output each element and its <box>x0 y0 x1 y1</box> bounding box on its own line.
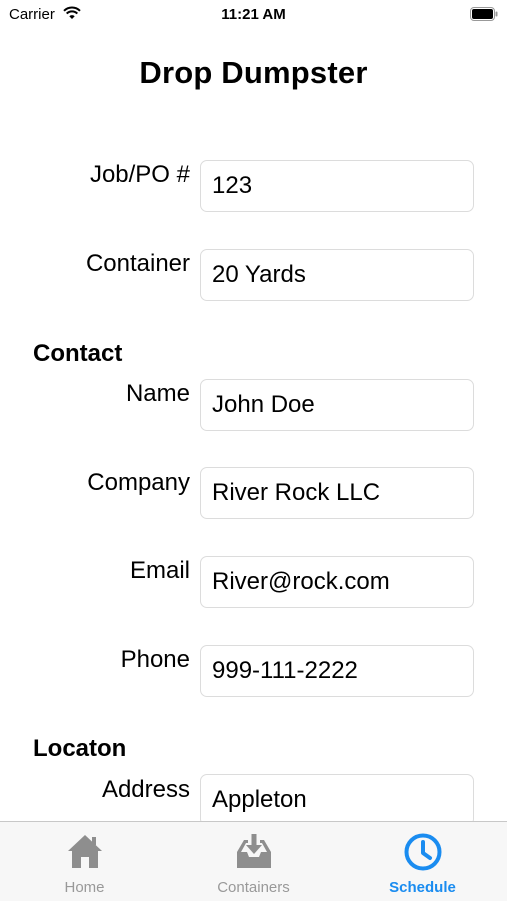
tab-schedule[interactable]: Schedule <box>338 822 507 901</box>
page-title: Drop Dumpster <box>139 55 368 90</box>
phone-input[interactable] <box>200 645 474 697</box>
name-label: Name <box>125 380 190 407</box>
tab-schedule-label: Schedule <box>389 879 456 896</box>
name-input[interactable] <box>200 379 474 431</box>
container-input[interactable] <box>200 249 474 301</box>
tab-home[interactable]: Home <box>0 822 169 901</box>
status-time: 11:21 AM <box>221 6 286 23</box>
contact-section-title: Contact <box>33 340 123 367</box>
tab-home-label: Home <box>64 879 105 896</box>
address-label: Address <box>101 776 190 803</box>
battery-icon <box>470 7 498 25</box>
tab-bar: Home Containers Schedule <box>0 821 507 901</box>
company-input[interactable] <box>200 467 474 519</box>
tab-containers[interactable]: Containers <box>169 822 338 901</box>
phone-label: Phone <box>120 646 190 673</box>
company-label: Company <box>87 469 190 496</box>
location-section-title: Locaton <box>33 735 127 762</box>
container-label: Container <box>85 250 190 277</box>
job-po-input[interactable] <box>200 160 474 212</box>
tray-download-icon <box>234 832 274 875</box>
house-icon <box>66 832 104 875</box>
address-input[interactable] <box>200 774 474 826</box>
status-bar: Carrier 11:21 AM <box>0 0 507 28</box>
job-po-label: Job/PO # <box>89 161 190 188</box>
email-label: Email <box>129 557 190 584</box>
tab-containers-label: Containers <box>217 879 290 896</box>
clock-icon <box>403 832 443 877</box>
email-input[interactable] <box>200 556 474 608</box>
